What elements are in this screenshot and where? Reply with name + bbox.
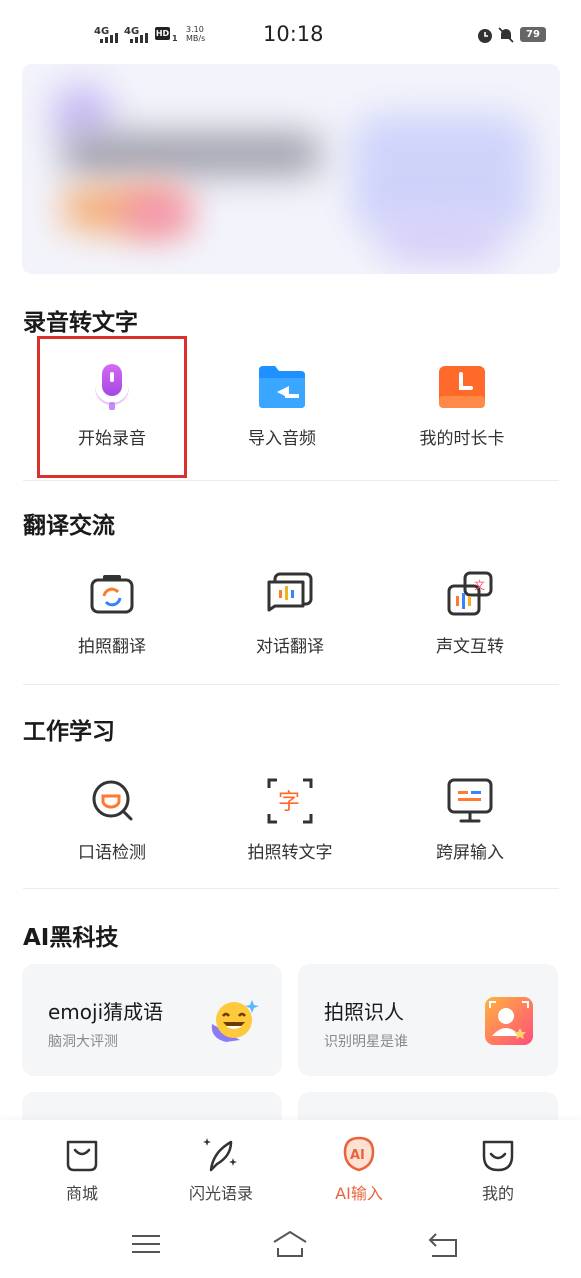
system-nav-bar [0, 1220, 581, 1278]
hd-sub-label: 1 [172, 34, 178, 43]
tab-ai-input[interactable]: AI AI输入 [299, 1134, 419, 1204]
item-label: 导入音频 [248, 429, 316, 449]
selection-highlight [37, 336, 187, 478]
shop-bag-icon [66, 1140, 98, 1172]
feather-sparkle-icon [203, 1138, 237, 1172]
tab-mine[interactable]: 我的 [438, 1134, 558, 1204]
card-subtitle: 识别明星是谁 [324, 1034, 408, 1050]
tab-label: 闪光语录 [188, 1184, 253, 1203]
signal-bars-icon [100, 33, 118, 43]
photo-face-recognition-card[interactable]: 拍照识人 识别明星是谁 [298, 964, 558, 1076]
status-time: 10:18 [263, 22, 324, 46]
tab-flash-quotes[interactable]: 闪光语录 [161, 1134, 281, 1204]
menu-icon[interactable] [126, 1228, 166, 1260]
back-icon[interactable] [422, 1228, 462, 1260]
bottom-tab-bar: 商城 闪光语录 AI AI输入 我的 [0, 1120, 581, 1220]
camera-translate-icon [90, 575, 134, 614]
dialog-translate-icon [267, 572, 313, 612]
item-label: 拍照翻译 [78, 637, 146, 657]
item-label: 拍照转文字 [247, 843, 333, 863]
emoji-idiom-card[interactable]: emoji猜成语 脑洞大评测 [22, 964, 282, 1076]
section-title-record: 录音转文字 [23, 310, 138, 336]
card-title: 拍照识人 [324, 1000, 404, 1024]
signal-bars-icon [130, 33, 148, 43]
tab-shop[interactable]: 商城 [22, 1134, 142, 1204]
my-time-card-button[interactable]: 我的时长卡 [372, 360, 552, 449]
network-speed: 3.10 MB/s [186, 25, 205, 43]
voice-text-convert-button[interactable]: 文 声文互转 [380, 568, 560, 657]
voice-text-convert-icon: 文 [447, 571, 493, 616]
speech-check-icon [92, 780, 133, 821]
laughing-emoji-icon [211, 1000, 259, 1042]
mute-bell-icon [498, 27, 514, 43]
smile-face-icon [482, 1140, 514, 1172]
section-title-ai: AI黑科技 [23, 925, 119, 951]
battery-level: 79 [520, 27, 546, 42]
card-subtitle: 脑洞大评测 [48, 1034, 118, 1050]
tab-label: AI输入 [335, 1184, 383, 1203]
hd-badge: HD [155, 27, 170, 40]
cross-screen-input-button[interactable]: 跨屏输入 [380, 774, 560, 863]
item-label: 声文互转 [436, 637, 504, 657]
speed-unit: MB/s [186, 34, 206, 43]
cross-screen-input-icon [447, 778, 493, 823]
divider [23, 888, 559, 889]
item-label: 跨屏输入 [436, 843, 504, 863]
item-label: 对话翻译 [256, 637, 324, 657]
photo-to-text-icon: 字 [267, 778, 313, 824]
photo-to-text-button[interactable]: 字 拍照转文字 [200, 774, 380, 863]
item-label: 口语检测 [78, 843, 146, 863]
clock-icon [439, 366, 485, 408]
tab-label: 商城 [65, 1184, 98, 1203]
dialog-translate-button[interactable]: 对话翻译 [200, 568, 380, 657]
tab-label: 我的 [481, 1184, 514, 1203]
import-audio-button[interactable]: 导入音频 [192, 360, 372, 449]
folder-icon [259, 366, 305, 408]
divider [23, 684, 559, 685]
divider [23, 480, 559, 481]
svg-text:AI: AI [350, 1148, 365, 1163]
svg-text:文: 文 [474, 578, 485, 592]
alarm-clock-icon [478, 29, 492, 43]
section-title-work: 工作学习 [23, 719, 115, 745]
speech-check-button[interactable]: 口语检测 [22, 774, 202, 863]
home-icon[interactable] [270, 1228, 310, 1260]
card-title: emoji猜成语 [48, 1000, 164, 1024]
item-label: 我的时长卡 [419, 429, 505, 449]
section-title-translate: 翻译交流 [23, 513, 115, 539]
status-bar: 4G 4G HD 1 3.10 MB/s 10:18 79 [0, 0, 581, 66]
speed-value: 3.10 [186, 25, 204, 34]
ai-input-icon: AI [343, 1136, 375, 1172]
promo-banner[interactable] [22, 64, 560, 274]
svg-text:字: 字 [278, 790, 300, 815]
face-recognition-icon [485, 997, 533, 1045]
photo-translate-button[interactable]: 拍照翻译 [22, 568, 202, 657]
